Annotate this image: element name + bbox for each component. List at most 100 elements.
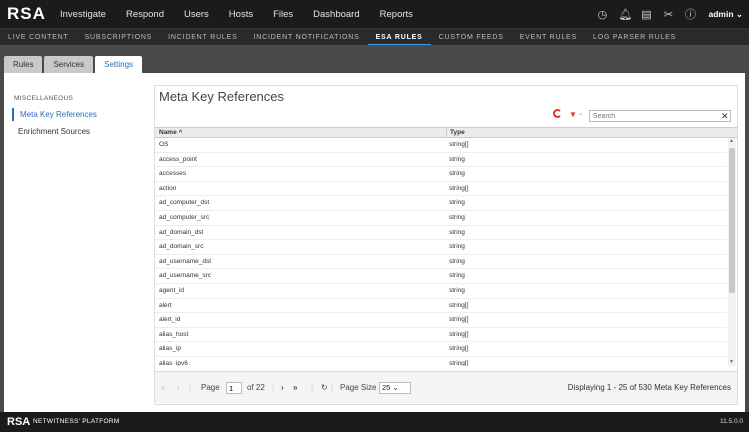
page-title: Meta Key References [159, 89, 285, 104]
subnav-incident-notifications[interactable]: INCIDENT NOTIFICATIONS [246, 29, 368, 46]
timer-icon[interactable]: ◷ [596, 8, 608, 21]
subnav-subscriptions[interactable]: SUBSCRIPTIONS [77, 29, 161, 46]
menu-item-meta-key-references[interactable]: Meta Key References [12, 108, 97, 121]
cell-name: alert [159, 301, 172, 309]
cell-name: alias_ip [159, 345, 182, 353]
table-row[interactable]: ad_computer_src string [155, 211, 727, 226]
page-count: of 22 [247, 383, 265, 392]
user-menu[interactable]: admin ⌄ [708, 9, 743, 20]
table-row[interactable]: alias_host string[] [155, 328, 727, 343]
nav-hosts[interactable]: Hosts [229, 9, 253, 20]
table-row[interactable]: accesses string [155, 167, 727, 182]
cell-name: ad_domain_dst [159, 228, 204, 236]
first-page-icon[interactable]: « [161, 382, 165, 394]
column-header-type[interactable]: Type [446, 128, 465, 138]
rsa-logo[interactable]: RSA [0, 4, 56, 24]
nav-users[interactable]: Users [184, 9, 209, 20]
cell-type: string[] [449, 316, 469, 324]
pagination-bar: « ‹ | Page of 22 | › » | ↻ | Page Size 2… [155, 371, 737, 403]
cell-type: string [449, 170, 465, 178]
menu-heading: MISCELLANEOUS [14, 95, 74, 102]
cell-name: access_point [159, 155, 197, 163]
table-row[interactable]: ad_username_dst string [155, 255, 727, 270]
refresh-icon[interactable] [553, 109, 562, 118]
table-row[interactable]: access_point string [155, 153, 727, 168]
pager-divider: | [189, 383, 192, 392]
footer: RSA NETWITNESS' PLATFORM 11.5.0.0 [0, 412, 749, 432]
last-page-icon[interactable]: » [293, 382, 297, 394]
clear-icon[interactable]: ✕ [721, 110, 729, 122]
refresh-page-icon[interactable]: ↻ [321, 382, 328, 394]
search-input[interactable] [589, 110, 731, 122]
table-row[interactable]: ad_computer_dst string [155, 196, 727, 211]
subnav-log-parser-rules[interactable]: LOG PARSER RULES [585, 29, 684, 46]
nav-respond[interactable]: Respond [126, 9, 164, 20]
top-nav: RSA Investigate Respond Users Hosts File… [0, 0, 749, 28]
settings-content: MISCELLANEOUS Meta Key References Enrich… [4, 73, 745, 412]
tab-services[interactable]: Services [44, 56, 94, 73]
tools-icon[interactable]: ✂ [662, 8, 674, 21]
cell-name: OS [159, 141, 169, 148]
cell-type: string[] [449, 184, 469, 192]
version-label: 11.5.0.0 [719, 418, 743, 425]
table-row[interactable]: ad_username_src string [155, 269, 727, 284]
meta-key-panel: Meta Key References ▼ ⌄ ✕ Name ^ Type OS… [154, 85, 738, 405]
cell-type: string[] [449, 301, 469, 309]
page-size-label: Page Size [340, 383, 377, 392]
next-page-icon[interactable]: › [281, 382, 284, 394]
subnav-custom-feeds[interactable]: CUSTOM FEEDS [431, 29, 512, 46]
filter-icon[interactable]: ▼ [569, 110, 577, 119]
grid-body: OS string[] access_point string accesses st… [155, 138, 727, 366]
scroll-down-icon[interactable]: ▼ [729, 359, 734, 365]
cell-name: alias_host [159, 330, 189, 338]
notes-icon[interactable]: ▤ [640, 8, 652, 21]
cell-type: string[] [449, 330, 469, 338]
table-row[interactable]: ad_domain_dst string [155, 226, 727, 241]
prev-page-icon[interactable]: ‹ [177, 382, 180, 394]
nav-files[interactable]: Files [273, 9, 293, 20]
nav-reports[interactable]: Reports [380, 9, 413, 20]
cell-name: ad_username_src [159, 272, 212, 280]
cell-type: string [449, 257, 465, 265]
cell-type: string [449, 243, 465, 251]
help-icon[interactable]: ⓘ [684, 6, 696, 22]
pager-divider: | [272, 383, 275, 392]
scroll-up-icon[interactable]: ▲ [729, 138, 734, 144]
column-header-name[interactable]: Name ^ [159, 128, 182, 138]
subnav-esa-rules[interactable]: ESA RULES [367, 29, 431, 46]
cell-type: string [449, 213, 465, 221]
menu-item-enrichment-sources[interactable]: Enrichment Sources [12, 125, 90, 138]
grid-header: Name ^ Type [155, 127, 737, 138]
scroll-thumb[interactable] [729, 148, 735, 293]
footer-brand: NETWITNESS' PLATFORM [33, 418, 120, 425]
subnav-event-rules[interactable]: EVENT RULES [512, 29, 585, 46]
cell-type: string [449, 272, 465, 280]
table-row[interactable]: action string[] [155, 182, 727, 197]
page-size-select[interactable]: 25 ⌄ [379, 382, 411, 394]
tab-rules[interactable]: Rules [4, 56, 43, 73]
tab-settings[interactable]: Settings [95, 56, 143, 73]
page-number-input[interactable] [226, 382, 242, 394]
vertical-scrollbar[interactable]: ▲ ▼ [728, 138, 736, 366]
table-row[interactable]: alias_ip string[] [155, 342, 727, 357]
cell-type: string [449, 228, 465, 236]
content-panel: Rules Services Settings MISCELLANEOUS Me… [0, 45, 749, 412]
table-row[interactable]: alert string[] [155, 299, 727, 314]
cell-type: string[] [449, 345, 469, 353]
chevron-down-icon[interactable]: ⌄ [578, 110, 583, 117]
cell-type: string [449, 286, 465, 294]
nav-investigate[interactable]: Investigate [60, 9, 106, 20]
cell-name: ad_username_dst [159, 257, 212, 265]
subnav-live-content[interactable]: LIVE CONTENT [0, 29, 77, 46]
nav-dashboard[interactable]: Dashboard [313, 9, 359, 20]
subnav-incident-rules[interactable]: INCIDENT RULES [160, 29, 245, 46]
table-row[interactable]: alias_ipv6 string[] [155, 357, 727, 366]
cell-name: accesses [159, 170, 187, 178]
settings-menu: MISCELLANEOUS Meta Key References Enrich… [4, 73, 154, 412]
table-row[interactable]: agent_id string [155, 284, 727, 299]
pager-divider: | [311, 383, 314, 392]
bell-icon[interactable]: 🔔︎ [618, 8, 632, 21]
table-row[interactable]: ad_domain_src string [155, 240, 727, 255]
table-row[interactable]: OS string[] [155, 138, 727, 153]
table-row[interactable]: alert_id string[] [155, 313, 727, 328]
